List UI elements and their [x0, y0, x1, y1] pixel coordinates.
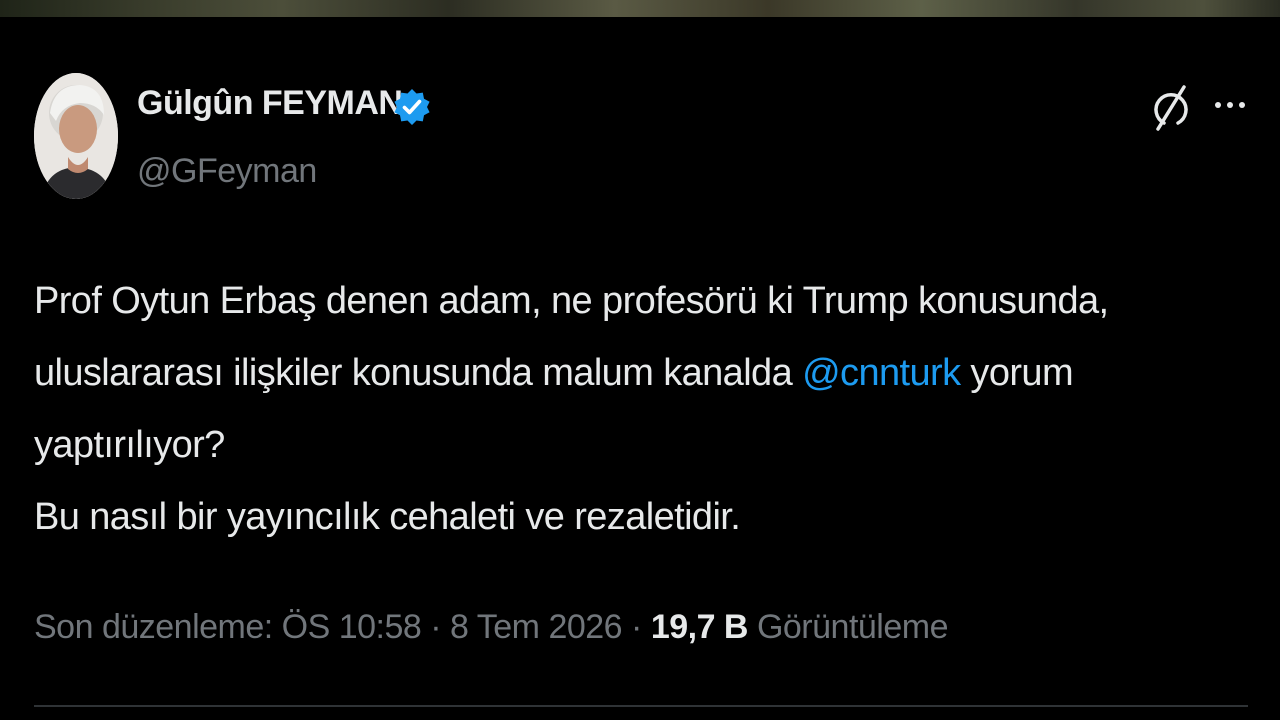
- grok-icon[interactable]: [1150, 83, 1192, 131]
- tweet-line-2: uluslararası ilişkiler konusunda malum k…: [34, 337, 1234, 409]
- tweet-meta: Son düzenleme: ÖS 10:58 · 8 Tem 2026 · 1…: [34, 605, 949, 649]
- tweet-card: Gülgûn FEYMAN @GFeyman Prof Oytun Erbaş …: [0, 17, 1280, 720]
- divider: [34, 705, 1248, 707]
- views-label: Görüntüleme: [748, 608, 949, 646]
- display-name[interactable]: Gülgûn FEYMAN: [137, 83, 403, 123]
- views-count: 19,7 B: [650, 608, 749, 646]
- tweet-text: Prof Oytun Erbaş denen adam, ne profesör…: [34, 265, 1234, 553]
- tweet-line-4: Bu nasıl bir yayıncılık cehaleti ve reza…: [34, 496, 741, 538]
- mention-link[interactable]: @cnnturk: [802, 352, 961, 394]
- tweet-line-2-end: yorum: [960, 352, 1074, 394]
- edit-timestamp[interactable]: Son düzenleme: ÖS 10:58 · 8 Tem 2026 ·: [34, 608, 651, 646]
- avatar[interactable]: [34, 73, 118, 199]
- tweet-line-1: Prof Oytun Erbaş denen adam, ne profesör…: [34, 280, 1109, 322]
- verified-badge-icon: [394, 89, 430, 125]
- tweet-line-3: yaptırılıyor?: [34, 424, 225, 466]
- background-image-strip: [0, 0, 1280, 17]
- tweet-line-2-start: uluslararası ilişkiler konusunda malum k…: [34, 352, 803, 394]
- more-icon[interactable]: [1210, 93, 1250, 117]
- author-handle[interactable]: @GFeyman: [137, 151, 317, 191]
